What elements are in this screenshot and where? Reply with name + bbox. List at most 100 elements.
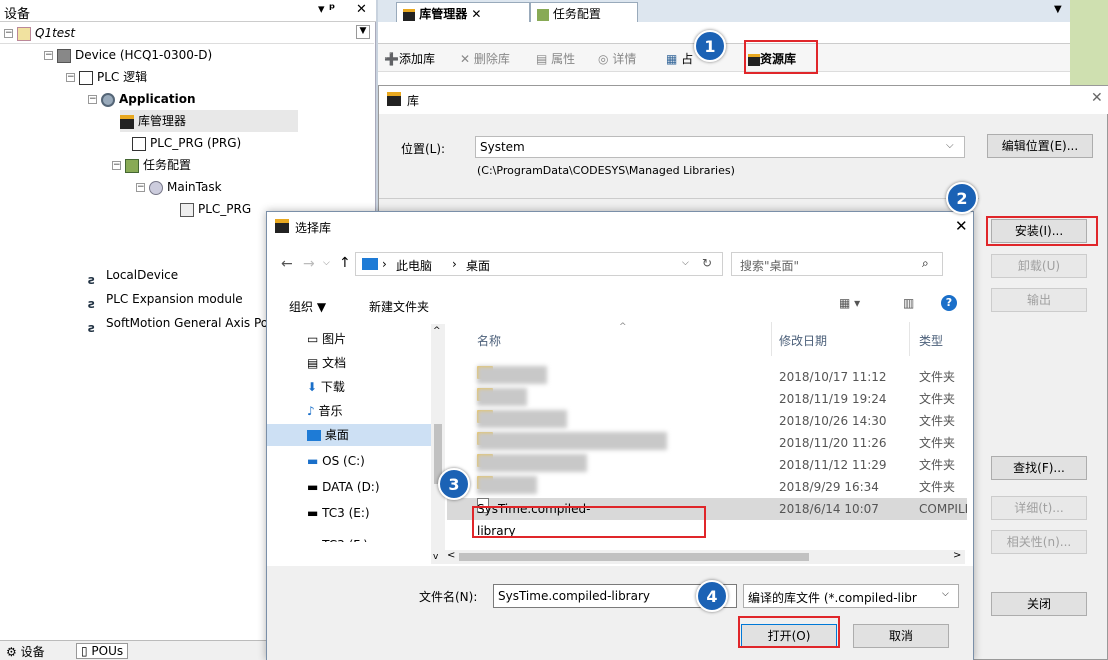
- breadcrumb-this-pc[interactable]: 此电脑: [396, 257, 432, 274]
- nav-item-music[interactable]: ♪ 音乐: [307, 400, 343, 422]
- close-icon[interactable]: ✕: [356, 2, 367, 17]
- preview-pane-icon[interactable]: ▥: [903, 296, 914, 310]
- organize-menu[interactable]: 组织 ▼: [289, 298, 326, 315]
- list-item[interactable]: 2018/11/12 11:29 文件夹: [447, 454, 967, 476]
- address-bar[interactable]: › 此电脑 › 桌面 ⌵ ↻: [355, 252, 723, 276]
- nav-item-drive-c[interactable]: ▬ OS (C:): [307, 450, 365, 472]
- tree-item-plc-prg[interactable]: PLC_PRG (PRG): [132, 132, 241, 154]
- tab-dropdown-icon[interactable]: ▼: [1054, 4, 1062, 15]
- cancel-button[interactable]: 取消: [853, 624, 949, 648]
- list-item[interactable]: 2018/10/17 11:12 文件夹: [447, 366, 967, 388]
- nav-item-drive-e[interactable]: ▬ TC3 (E:): [307, 502, 370, 524]
- breadcrumb-desktop[interactable]: 桌面: [466, 257, 490, 274]
- tab-library-manager[interactable]: 库管理器 ✕: [396, 2, 530, 22]
- library-icon: [403, 8, 415, 21]
- refresh-icon[interactable]: ↻: [702, 256, 712, 270]
- location-path: (C:\ProgramData\CODESYS\Managed Librarie…: [477, 164, 735, 177]
- details-button[interactable]: 详细(t)...: [991, 496, 1087, 520]
- tab-pous[interactable]: ▯ POUs: [76, 643, 129, 659]
- new-folder-button[interactable]: 新建文件夹: [369, 298, 429, 315]
- details-button[interactable]: ◎ 详情: [598, 50, 636, 67]
- nav-scrollbar[interactable]: ^ v: [431, 324, 445, 564]
- location-select[interactable]: System ⌵: [475, 136, 965, 158]
- file-type: 文件夹: [919, 436, 956, 450]
- up-arrow-icon[interactable]: ↑: [339, 255, 351, 271]
- tree-item-device[interactable]: − Device (HCQ1-0300-D): [44, 44, 212, 66]
- file-type-filter[interactable]: 编译的库文件 (*.compiled-libr ⌵: [743, 584, 959, 608]
- connector-icon: ƨ: [88, 272, 96, 287]
- filter-value: 编译的库文件 (*.compiled-libr: [748, 591, 917, 605]
- column-header-date[interactable]: 修改日期: [779, 332, 827, 349]
- horizontal-scrollbar[interactable]: < >: [445, 550, 965, 564]
- list-item[interactable]: 2018/9/29 16:34 文件夹: [447, 476, 967, 498]
- dependencies-button[interactable]: 相关性(n)...: [991, 530, 1087, 554]
- back-arrow-icon[interactable]: ←: [281, 256, 293, 272]
- device-icon: [57, 48, 71, 63]
- extra-toolbar-button[interactable]: ▦ 占: [666, 50, 693, 67]
- connector-icon: ƨ: [88, 296, 96, 311]
- delete-library-button[interactable]: ✕ 删除库: [460, 50, 510, 67]
- computer-icon: [362, 258, 378, 270]
- h-scroll-thumb[interactable]: [459, 553, 809, 561]
- chevron-down-icon: ⌵: [942, 589, 949, 599]
- nav-item-drive-f[interactable]: ▬ TC3 (F:): [307, 534, 368, 542]
- tree-item-task-config[interactable]: − 任务配置: [112, 154, 191, 176]
- find-button[interactable]: 查找(F)...: [991, 456, 1087, 480]
- nav-item-pictures[interactable]: ▭ 图片: [307, 328, 346, 350]
- tree-item-library-manager[interactable]: 库管理器: [120, 110, 298, 132]
- dropdown-icon[interactable]: ▼: [356, 25, 370, 39]
- recent-dropdown-icon[interactable]: ⌵: [323, 258, 330, 268]
- tree-item-softmotion[interactable]: ƨ SoftMotion General Axis Poo: [88, 312, 275, 335]
- pin-icon[interactable]: ▾ ᵖ: [318, 2, 335, 17]
- export-button[interactable]: 输出: [991, 288, 1087, 312]
- tree-item-maintask[interactable]: − MainTask: [136, 176, 222, 198]
- nav-item-documents[interactable]: ▤ 文档: [307, 352, 346, 374]
- close-tab-icon[interactable]: ✕: [471, 7, 481, 21]
- navigation-pane: ▭ 图片 ▤ 文档 ⬇ 下载 ♪ 音乐 桌面 ▬ OS (C:) ▬ DATA …: [267, 322, 445, 562]
- close-button[interactable]: 关闭: [991, 592, 1087, 616]
- file-date: 2018/10/17 11:12: [779, 370, 887, 384]
- list-item[interactable]: 2018/10/26 14:30 文件夹: [447, 410, 967, 432]
- step-marker-2: 2: [946, 182, 978, 214]
- view-options-icon[interactable]: ▦ ▾: [839, 296, 860, 310]
- location-label: 位置(L):: [401, 142, 446, 156]
- nav-item-desktop[interactable]: 桌面: [267, 424, 431, 446]
- tree-item-plc-prg-call[interactable]: PLC_PRG: [180, 198, 251, 220]
- library-dialog-title: 库: [407, 94, 420, 108]
- file-date: 2018/11/20 11:26: [779, 436, 887, 450]
- tree-item-localdevice[interactable]: ƨ LocalDevice: [88, 264, 178, 287]
- nav-item-drive-d[interactable]: ▬ DATA (D:): [307, 476, 380, 498]
- tree-item-project[interactable]: − Q1test: [4, 22, 75, 44]
- tree-item-plc-expansion[interactable]: ƨ PLC Expansion module: [88, 288, 243, 311]
- help-icon[interactable]: ?: [941, 295, 957, 311]
- column-header-type[interactable]: 类型: [919, 332, 943, 349]
- close-icon[interactable]: ✕: [955, 217, 968, 235]
- column-header-name[interactable]: 名称: [477, 332, 501, 349]
- tree-item-plc-logic[interactable]: − PLC 逻辑: [66, 66, 147, 88]
- tree-item-application[interactable]: − Application: [88, 88, 196, 110]
- close-icon[interactable]: ✕: [1091, 90, 1103, 106]
- file-type: 文件夹: [919, 480, 956, 494]
- list-item[interactable]: 2018/11/20 11:26 文件夹: [447, 432, 967, 454]
- blurred-name: [477, 454, 587, 472]
- file-type: 文件夹: [919, 458, 956, 472]
- list-item[interactable]: 2018/11/19 19:24 文件夹: [447, 388, 967, 410]
- search-input[interactable]: 搜索"桌面" ⌕: [731, 252, 943, 276]
- tab-devices[interactable]: ⚙ 设备: [6, 643, 45, 660]
- blurred-name: [477, 366, 547, 384]
- step-marker-3: 3: [438, 468, 470, 500]
- chevron-down-icon[interactable]: ⌵: [682, 258, 689, 268]
- connector-icon: ƨ: [88, 320, 96, 335]
- nav-item-downloads[interactable]: ⬇ 下载: [307, 376, 345, 398]
- tab-task-config[interactable]: 任务配置: [530, 2, 638, 22]
- properties-button[interactable]: ▤ 属性: [536, 50, 575, 67]
- forward-arrow-icon[interactable]: →: [303, 256, 315, 272]
- program-icon: [132, 136, 146, 151]
- highlight-open: [738, 616, 840, 648]
- uninstall-button[interactable]: 卸载(U): [991, 254, 1087, 278]
- column-divider: [771, 322, 772, 356]
- select-dialog-title: 选择库: [295, 221, 332, 235]
- search-icon: ⌕: [922, 256, 929, 270]
- add-library-button[interactable]: ➕添加库: [384, 50, 435, 67]
- edit-location-button[interactable]: 编辑位置(E)...: [987, 134, 1093, 158]
